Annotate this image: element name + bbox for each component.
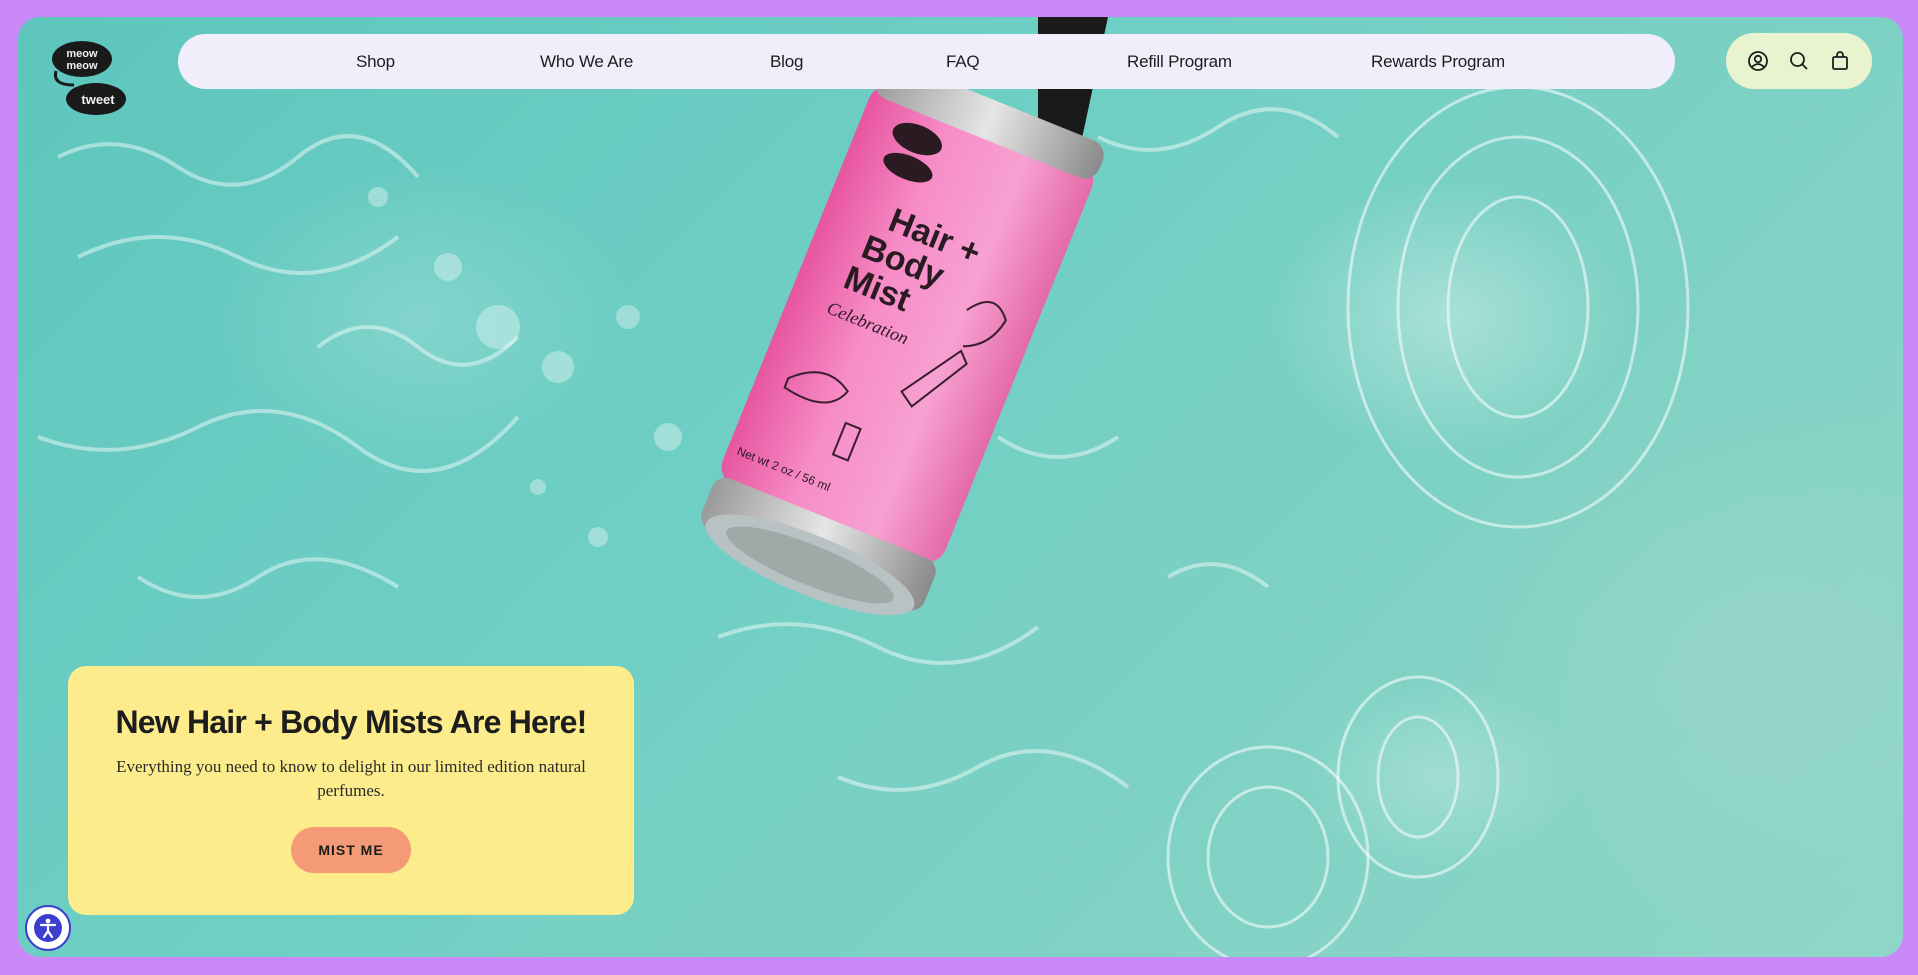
logo-text-line3: tweet	[81, 92, 115, 107]
promo-heading: New Hair + Body Mists Are Here!	[115, 704, 587, 740]
nav-who-we-are-link[interactable]: Who We Are	[540, 34, 633, 89]
nav-rewards-program-link[interactable]: Rewards Program	[1371, 34, 1505, 89]
cart-icon[interactable]	[1827, 48, 1853, 74]
main-navigation: Shop Who We Are Blog FAQ Refill Program …	[178, 34, 1675, 89]
search-icon[interactable]	[1786, 48, 1812, 74]
mist-me-button[interactable]: MIST ME	[291, 827, 411, 873]
nav-shop-link[interactable]: Shop	[356, 34, 395, 89]
promo-card: New Hair + Body Mists Are Here! Everythi…	[68, 666, 634, 915]
promo-description: Everything you need to know to delight i…	[116, 757, 586, 800]
nav-refill-program-link[interactable]: Refill Program	[1127, 34, 1232, 89]
nav-faq-link[interactable]: FAQ	[946, 34, 980, 89]
logo-text-line1: meow	[66, 48, 98, 60]
nav-blog-link[interactable]: Blog	[770, 34, 803, 89]
brand-logo[interactable]: meow meow tweet	[50, 39, 130, 119]
header-icons	[1726, 33, 1872, 89]
accessibility-icon[interactable]	[25, 905, 71, 951]
account-icon[interactable]	[1745, 48, 1771, 74]
hero-frame: Hair + Body Mist Celebration Net wt 2 oz…	[18, 17, 1903, 957]
logo-text-line2: meow	[66, 60, 98, 72]
